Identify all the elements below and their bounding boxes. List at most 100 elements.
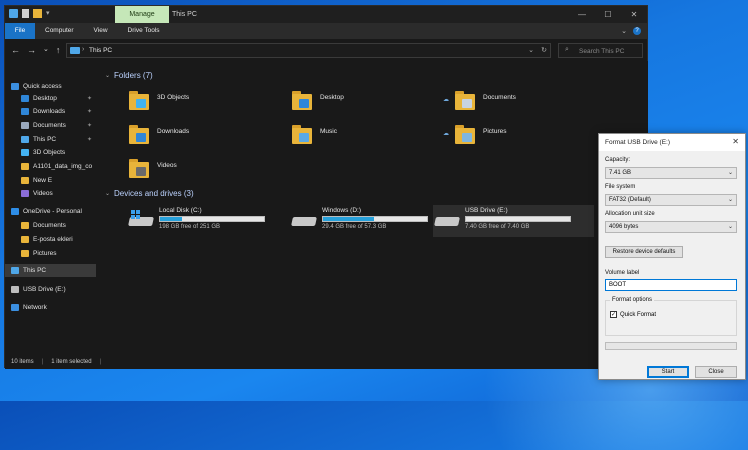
folder-icon (129, 157, 151, 179)
address-dropdown-icon[interactable]: ⌄ (528, 46, 534, 54)
quick-access-toolbar: ▾ (9, 9, 50, 18)
sidebar-item-label: Videos (33, 190, 53, 197)
computer-icon[interactable] (9, 9, 18, 18)
refresh-icon[interactable]: ↻ (541, 46, 547, 54)
pin-icon: ✦ (86, 137, 92, 143)
folder-item[interactable]: Music (292, 123, 432, 153)
drive-name: Windows (D:) (322, 207, 362, 214)
title-bar: ▾ Manage This PC — ☐ ✕ (5, 6, 647, 23)
sidebar-item[interactable]: OneDrive - Personal (5, 205, 96, 218)
sidebar-item[interactable]: New E (5, 174, 96, 187)
search-box[interactable]: ⌕ Search This PC (558, 43, 643, 58)
address-bar[interactable]: › This PC ⌄ ↻ (66, 43, 551, 58)
tab-computer[interactable]: Computer (35, 23, 84, 39)
chevron-down-icon: ⌄ (727, 224, 733, 230)
sidebar-item-icon (21, 177, 29, 184)
nav-buttons: ← → ⌄ ↑ (11, 45, 60, 55)
folder-item[interactable]: Documents (455, 89, 595, 119)
collapse-chevron-icon[interactable]: ⌄ (105, 190, 110, 197)
collapse-chevron-icon[interactable]: ⌄ (105, 72, 110, 79)
pin-icon: ✦ (86, 123, 92, 129)
forward-icon[interactable]: → (27, 45, 36, 55)
help-icon[interactable]: ? (633, 27, 641, 35)
quick-format-option[interactable]: ✓ Quick Format (610, 311, 656, 318)
sidebar-item-label: Downloads (33, 108, 66, 115)
sidebar-item-icon (21, 190, 29, 197)
tab-view[interactable]: View (84, 23, 118, 39)
capacity-select[interactable]: 7.41 GB ⌄ (605, 167, 737, 179)
breadcrumb[interactable]: This PC (89, 47, 112, 54)
sidebar-item[interactable]: Documents ✦ (5, 119, 96, 132)
expand-ribbon-icon[interactable]: ⌄ (621, 27, 627, 35)
folder-name: Desktop (320, 94, 344, 101)
close-button[interactable]: Close (695, 366, 737, 378)
file-system-select[interactable]: FAT32 (Default) ⌄ (605, 194, 737, 206)
folder-item[interactable]: Videos (129, 157, 269, 187)
cloud-sync-icon: ☁ (443, 131, 449, 137)
sidebar-item-icon (11, 286, 19, 293)
folder-item[interactable]: Downloads (129, 123, 269, 153)
sidebar-item[interactable]: Documents (5, 219, 96, 232)
sidebar-item[interactable]: USB Drive (E:) (5, 283, 96, 296)
sidebar-item-icon (11, 83, 19, 90)
folder-item[interactable]: Pictures (455, 123, 595, 153)
folders-header-label: Folders (7) (114, 71, 153, 80)
sidebar-item[interactable]: This PC ✦ (5, 133, 96, 146)
properties-icon[interactable] (22, 9, 29, 18)
maximize-icon[interactable]: ☐ (595, 6, 621, 23)
sidebar-item[interactable]: Desktop ✦ (5, 92, 96, 105)
drive-item[interactable]: Local Disk (C:) 198 GB free of 251 GB (127, 205, 277, 237)
file-explorer-window: ▾ Manage This PC — ☐ ✕ File Computer Vie… (4, 5, 648, 369)
minimize-icon[interactable]: — (569, 6, 595, 23)
drives-section-header[interactable]: ⌄ Devices and drives (3) (105, 189, 194, 198)
sidebar-item-label: OneDrive - Personal (23, 208, 82, 215)
sidebar-item-label: Documents (33, 122, 66, 129)
sidebar-item[interactable]: E-posta ekleri (5, 233, 96, 246)
new-folder-icon[interactable] (33, 9, 42, 18)
sidebar-item-icon (11, 304, 19, 311)
drive-item[interactable]: USB Drive (E:) 7.40 GB free of 7.40 GB (433, 205, 594, 237)
allocation-select[interactable]: 4096 bytes ⌄ (605, 221, 737, 233)
sidebar-item-label: Network (23, 304, 47, 311)
sidebar-item[interactable]: 3D Objects (5, 146, 96, 159)
sidebar-item[interactable]: Downloads ✦ (5, 105, 96, 118)
quick-format-checkbox[interactable]: ✓ (610, 311, 617, 318)
sidebar-item-icon (21, 95, 29, 102)
windows-drive-icon (128, 210, 155, 228)
start-button[interactable]: Start (647, 366, 689, 378)
navigation-pane: Quick access Desktop ✦ Downloads ✦ Documents ✦… (5, 61, 96, 355)
folder-item[interactable]: 3D Objects (129, 89, 269, 119)
sidebar-item[interactable]: Videos (5, 187, 96, 200)
close-icon[interactable]: ✕ (732, 137, 739, 146)
format-options-group: Format options ✓ Quick Format (605, 297, 737, 336)
volume-label-input[interactable]: BOOT (605, 279, 737, 291)
tab-file[interactable]: File (5, 23, 35, 39)
sidebar-item-icon (21, 236, 29, 243)
search-icon: ⌕ (565, 46, 569, 53)
breadcrumb-chevron-icon[interactable]: › (82, 46, 84, 53)
sidebar-item[interactable]: This PC (5, 264, 96, 277)
customize-toolbar-icon[interactable]: ▾ (46, 9, 50, 18)
address-row: ← → ⌄ ↑ › This PC ⌄ ↻ ⌕ Search This PC (5, 39, 647, 61)
capacity-value: 7.41 GB (609, 170, 632, 176)
sidebar-item-icon (21, 108, 29, 115)
search-input[interactable]: Search This PC (579, 48, 624, 55)
drive-free-space: 198 GB free of 251 GB (159, 224, 221, 230)
close-icon[interactable]: ✕ (621, 6, 647, 23)
tab-drive-tools[interactable]: Drive Tools (118, 23, 170, 39)
manage-tab[interactable]: Manage (115, 6, 169, 23)
up-icon[interactable]: ↑ (56, 45, 61, 55)
folders-section-header[interactable]: ⌄ Folders (7) (105, 71, 153, 80)
back-icon[interactable]: ← (11, 45, 20, 55)
folder-name: Music (320, 128, 337, 135)
drive-item[interactable]: Windows (D:) 29.4 GB free of 57.3 GB (290, 205, 440, 237)
sidebar-item[interactable]: Pictures (5, 247, 96, 260)
sidebar-item[interactable]: A1101_data_img_co (5, 160, 96, 173)
chevron-down-icon: ⌄ (727, 197, 733, 203)
sidebar-item-label: Quick access (23, 83, 62, 90)
restore-defaults-button[interactable]: Restore device defaults (605, 246, 683, 258)
sidebar-item[interactable]: Network (5, 301, 96, 314)
recent-locations-icon[interactable]: ⌄ (43, 45, 49, 55)
sidebar-item-icon (21, 222, 29, 229)
folder-item[interactable]: Desktop (292, 89, 432, 119)
